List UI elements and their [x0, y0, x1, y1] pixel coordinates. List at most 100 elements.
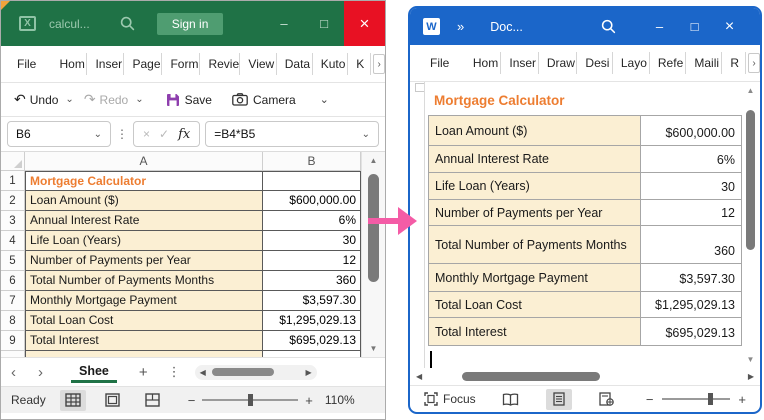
word-table-label[interactable]: Annual Interest Rate — [428, 145, 641, 173]
word-scroll-right-icon[interactable]: ▶ — [748, 372, 754, 381]
excel-tab-kuto[interactable]: Kuto — [313, 53, 349, 75]
excel-tab-page[interactable]: Page — [124, 53, 163, 75]
cell-a8[interactable]: Total Loan Cost — [25, 311, 263, 331]
formula-input[interactable]: =B4*B5 ⌄ — [205, 121, 379, 147]
row-header-6[interactable]: 6 — [1, 271, 25, 291]
cell-a9[interactable]: Total Interest — [25, 331, 263, 351]
insert-function-icon[interactable]: fx — [178, 127, 190, 142]
scroll-right-icon[interactable]: ▶ — [306, 368, 312, 377]
select-all-corner[interactable] — [1, 152, 25, 171]
row-header-3[interactable]: 3 — [1, 211, 25, 231]
redo-dropdown-icon[interactable]: ⌄ — [135, 94, 143, 105]
cell-a2[interactable]: Loan Amount ($) — [25, 191, 263, 211]
excel-tab-data[interactable]: Data — [277, 53, 313, 75]
word-zoom-out-icon[interactable]: − — [646, 392, 654, 407]
word-tab-file[interactable]: File — [420, 52, 455, 74]
word-minimize-button[interactable]: – — [642, 19, 677, 34]
word-zoom-slider[interactable] — [661, 393, 731, 405]
word-tab-draw[interactable]: Draw — [539, 52, 578, 74]
word-table-value[interactable]: 12 — [640, 199, 742, 226]
word-zoom-in-icon[interactable]: + — [738, 392, 746, 407]
name-box-dropdown-icon[interactable]: ⌄ — [94, 129, 102, 140]
cell-a5[interactable]: Number of Payments per Year — [25, 251, 263, 271]
camera-button[interactable]: Camera — [232, 93, 296, 107]
row-header-7[interactable]: 7 — [1, 291, 25, 311]
cell-a4[interactable]: Life Loan (Years) — [25, 231, 263, 251]
sign-in-button[interactable]: Sign in — [156, 12, 224, 35]
page-layout-view-icon[interactable] — [100, 390, 126, 411]
word-table-label[interactable]: Monthly Mortgage Payment — [428, 263, 641, 292]
word-search-icon[interactable] — [601, 19, 616, 34]
web-layout-icon[interactable] — [594, 389, 620, 410]
word-table-value[interactable]: 30 — [640, 172, 742, 200]
excel-tab-view[interactable]: View — [240, 53, 277, 75]
cancel-entry-icon[interactable]: × — [143, 127, 150, 141]
excel-horizontal-scrollbar[interactable]: ◀ ▶ — [194, 364, 317, 380]
scroll-left-icon[interactable]: ◀ — [200, 368, 206, 377]
word-table-label[interactable]: Total Interest — [428, 317, 641, 346]
cell-b4[interactable]: 30 — [263, 231, 361, 251]
word-table-value[interactable]: $3,597.30 — [640, 263, 742, 292]
word-table-label[interactable]: Total Number of Payments Months — [428, 225, 641, 264]
row-header-9[interactable]: 9 — [1, 331, 25, 351]
undo-dropdown-icon[interactable]: ⌄ — [65, 94, 73, 105]
column-header-a[interactable]: A — [25, 152, 263, 171]
word-table-value[interactable]: $695,029.13 — [640, 317, 742, 346]
word-table-value[interactable]: 6% — [640, 145, 742, 173]
qat-chevrons-icon[interactable]: » — [457, 19, 464, 34]
word-scroll-left-icon[interactable]: ◀ — [416, 372, 422, 381]
sheet-nav-left-icon[interactable]: ‹ — [11, 364, 16, 381]
add-sheet-icon[interactable]: + — [139, 364, 148, 381]
excel-tab-file[interactable]: File — [7, 53, 41, 75]
excel-tab-overflow-icon[interactable]: › — [373, 54, 385, 74]
cell-a3[interactable]: Annual Interest Rate — [25, 211, 263, 231]
word-horizontal-scroll-thumb[interactable] — [462, 372, 601, 381]
formula-expand-icon[interactable]: ⌄ — [362, 129, 370, 140]
word-vertical-scroll-thumb[interactable] — [746, 110, 755, 250]
zoom-in-icon[interactable]: + — [305, 393, 313, 408]
sheet-nav-right-icon[interactable]: › — [38, 364, 43, 381]
word-table-label[interactable]: Loan Amount ($) — [428, 115, 641, 146]
scroll-up-icon[interactable]: ▲ — [362, 156, 385, 165]
zoom-percentage[interactable]: 110% — [325, 393, 355, 407]
zoom-slider[interactable] — [202, 394, 299, 406]
cell-a6[interactable]: Total Number of Payments Months — [25, 271, 263, 291]
word-table-label[interactable]: Number of Payments per Year — [428, 199, 641, 226]
name-box[interactable]: B6 ⌄ — [7, 121, 111, 147]
cell-b2[interactable]: $600,000.00 — [263, 191, 361, 211]
cell-b9[interactable]: $695,029.13 — [263, 331, 361, 351]
word-tab-hom[interactable]: Hom — [465, 52, 502, 74]
excel-tab-k[interactable]: K — [348, 53, 372, 75]
word-tab-maili[interactable]: Maili — [686, 52, 723, 74]
read-mode-icon[interactable] — [498, 389, 524, 410]
word-table-label[interactable]: Total Loan Cost — [428, 291, 641, 318]
row-header-2[interactable]: 2 — [1, 191, 25, 211]
excel-vertical-scrollbar[interactable]: ▲ ▼ — [361, 152, 385, 357]
cell-a7[interactable]: Monthly Mortgage Payment — [25, 291, 263, 311]
focus-mode-button[interactable]: Focus — [424, 392, 476, 406]
cell-b3[interactable]: 6% — [263, 211, 361, 231]
word-horizontal-scrollbar[interactable]: ◀ ▶ — [410, 368, 760, 385]
page-break-view-icon[interactable] — [140, 390, 166, 411]
excel-minimize-button[interactable]: – — [264, 16, 304, 31]
row-header-8[interactable]: 8 — [1, 311, 25, 331]
cell-a1[interactable]: Mortgage Calculator — [25, 171, 263, 191]
sheet-tab-active[interactable]: Shee — [71, 361, 117, 383]
cell-b5[interactable]: 12 — [263, 251, 361, 271]
excel-tab-revie[interactable]: Revie — [200, 53, 241, 75]
word-tab-inser[interactable]: Inser — [501, 52, 539, 74]
save-button[interactable]: Save — [166, 93, 212, 107]
excel-tab-form[interactable]: Form — [162, 53, 201, 75]
word-close-button[interactable]: × — [712, 18, 747, 36]
excel-maximize-button[interactable]: □ — [304, 16, 344, 31]
redo-button[interactable]: ↷ Redo — [84, 91, 128, 108]
word-scroll-up-icon[interactable]: ▲ — [743, 86, 758, 95]
row-header-1[interactable]: 1 — [1, 171, 25, 191]
row-header-4[interactable]: 4 — [1, 231, 25, 251]
undo-button[interactable]: ↶ Undo — [14, 91, 58, 108]
row-header-5[interactable]: 5 — [1, 251, 25, 271]
cell-b7[interactable]: $3,597.30 — [263, 291, 361, 311]
qat-overflow-icon[interactable]: ⌄ — [320, 93, 329, 106]
excel-tab-hom[interactable]: Hom — [51, 53, 88, 75]
horizontal-scroll-thumb[interactable] — [211, 368, 274, 376]
